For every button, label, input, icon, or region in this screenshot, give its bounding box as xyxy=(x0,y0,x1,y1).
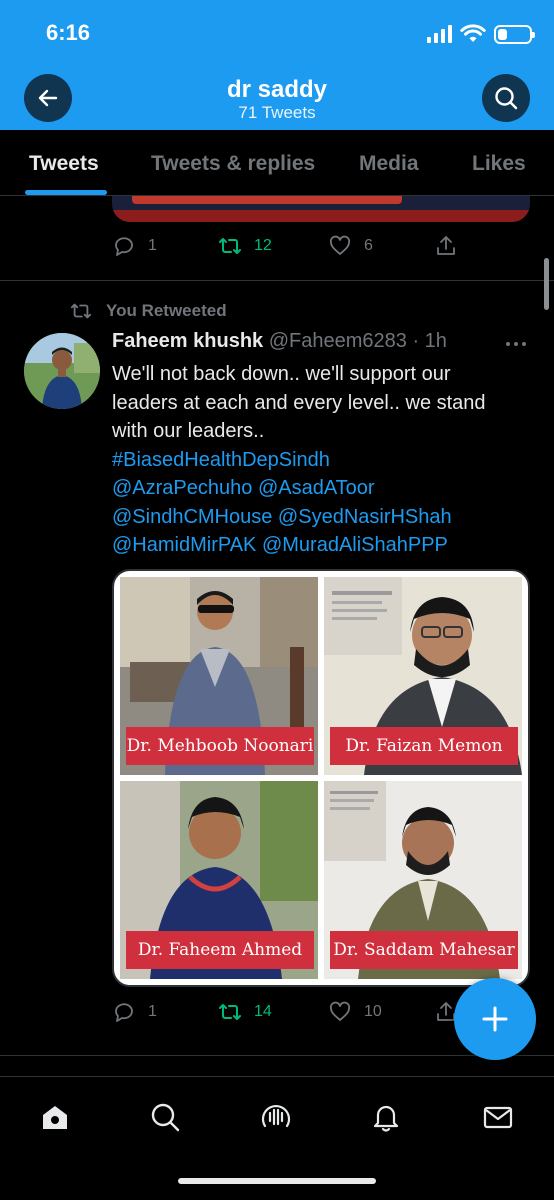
tweet-divider xyxy=(0,1055,554,1056)
like-count: 6 xyxy=(364,237,373,254)
tweet-text-line: We'll not back down.. we'll support our xyxy=(112,363,451,385)
media-caption: Dr. Faizan Memon xyxy=(330,727,518,765)
tweet-header: Faheem khushk @Faheem6283 · 1h xyxy=(112,330,447,353)
like-count: 10 xyxy=(364,1003,382,1020)
home-icon xyxy=(43,1106,67,1129)
wifi-icon xyxy=(460,24,486,42)
home-indicator xyxy=(178,1178,376,1184)
retweet-icon xyxy=(219,238,241,254)
messages-icon xyxy=(483,1106,513,1129)
profile-header: 6:16 dr saddy 71 Tweets xyxy=(0,0,554,130)
retweet-context: You Retweeted xyxy=(70,300,227,322)
mention-links[interactable]: @HamidMirPAK @MuradAliShahPPP xyxy=(112,531,532,560)
media-caption: Dr. Saddam Mahesar xyxy=(330,931,518,969)
share-icon xyxy=(437,236,455,255)
notifications-icon xyxy=(373,1105,399,1132)
reply-button[interactable]: 1 xyxy=(112,1000,157,1024)
nav-home[interactable] xyxy=(37,1099,73,1135)
search-button[interactable] xyxy=(482,74,530,122)
spaces-icon xyxy=(261,1105,291,1128)
tab-likes[interactable]: Likes xyxy=(472,152,526,176)
author-name[interactable]: Faheem khushk xyxy=(112,330,263,352)
retweet-icon xyxy=(219,1004,241,1020)
mention-links[interactable]: @SindhCMHouse @SyedNasirHShah xyxy=(112,503,532,532)
reply-button[interactable]: 1 xyxy=(112,234,157,258)
nav-notifications[interactable] xyxy=(368,1099,404,1135)
like-button[interactable]: 6 xyxy=(328,234,373,258)
tweet-divider xyxy=(0,280,554,281)
share-button[interactable] xyxy=(434,234,458,258)
media-photo-3[interactable]: Dr. Faheem Ahmed xyxy=(120,781,318,979)
mention-links[interactable]: @AzraPechuho @AsadAToor xyxy=(112,474,532,503)
active-tab-indicator xyxy=(25,190,107,195)
media-caption: Dr. Faheem Ahmed xyxy=(126,931,314,969)
hashtag-link[interactable]: #BiasedHealthDepSindh xyxy=(112,446,532,475)
profile-tabs: Tweets Tweets & replies Media Likes xyxy=(0,130,554,196)
tab-tweets[interactable]: Tweets xyxy=(29,152,99,176)
reply-count: 1 xyxy=(148,1003,157,1020)
tweet-count: 71 Tweets xyxy=(238,103,316,122)
tweet-text-line: leaders at each and every level.. we sta… xyxy=(112,391,486,414)
search-icon xyxy=(151,1103,180,1132)
profile-name: dr saddy xyxy=(226,76,328,103)
previous-tweet-media[interactable] xyxy=(112,196,530,222)
media-photo-1[interactable]: Dr. Mehboob Noonari xyxy=(120,577,318,775)
status-time: 6:16 xyxy=(46,20,91,45)
heart-icon xyxy=(329,235,351,255)
compose-tweet-button[interactable] xyxy=(454,978,536,1060)
avatar-image xyxy=(24,333,100,409)
media-caption: Dr. Mehboob Noonari xyxy=(126,727,314,765)
retweet-icon xyxy=(70,303,92,319)
media-photo-2[interactable]: Dr. Faizan Memon xyxy=(324,577,522,775)
reply-count: 1 xyxy=(148,237,157,254)
nav-messages[interactable] xyxy=(480,1099,516,1135)
media-photo-4[interactable]: Dr. Saddam Mahesar xyxy=(324,781,522,979)
tweet-actions: 1 14 10 xyxy=(112,1000,458,1028)
previous-tweet-actions: 1 12 6 xyxy=(112,234,458,262)
tweet-text: We'll not back down.. we'll support our … xyxy=(112,360,532,560)
tweet-text-line: with our leaders.. xyxy=(112,420,265,442)
status-icons xyxy=(427,20,535,48)
search-icon xyxy=(495,87,518,110)
nav-spaces[interactable] xyxy=(258,1099,294,1135)
author-handle[interactable]: @Faheem6283 · 1h xyxy=(269,330,447,352)
reply-icon xyxy=(115,1003,133,1022)
signal-icon xyxy=(427,25,452,43)
retweet-count: 12 xyxy=(254,237,272,254)
retweet-context-label: You Retweeted xyxy=(106,301,227,320)
heart-icon xyxy=(329,1001,351,1021)
avatar[interactable] xyxy=(24,333,100,409)
reply-icon xyxy=(115,237,133,256)
retweet-button[interactable]: 12 xyxy=(218,234,272,258)
like-button[interactable]: 10 xyxy=(328,1000,382,1024)
retweet-count: 14 xyxy=(254,1003,272,1020)
nav-search[interactable] xyxy=(147,1099,183,1135)
more-options-icon[interactable] xyxy=(505,340,529,348)
battery-icon xyxy=(494,24,535,44)
tab-tweets-replies[interactable]: Tweets & replies xyxy=(151,152,315,176)
retweet-button[interactable]: 14 xyxy=(218,1000,272,1024)
tweet-media-grid[interactable]: Dr. Mehboob Noonari Dr. Faizan Memon Dr.… xyxy=(112,569,530,987)
scrollbar[interactable] xyxy=(544,258,549,310)
plus-icon xyxy=(482,1006,508,1032)
tab-media[interactable]: Media xyxy=(359,152,419,176)
